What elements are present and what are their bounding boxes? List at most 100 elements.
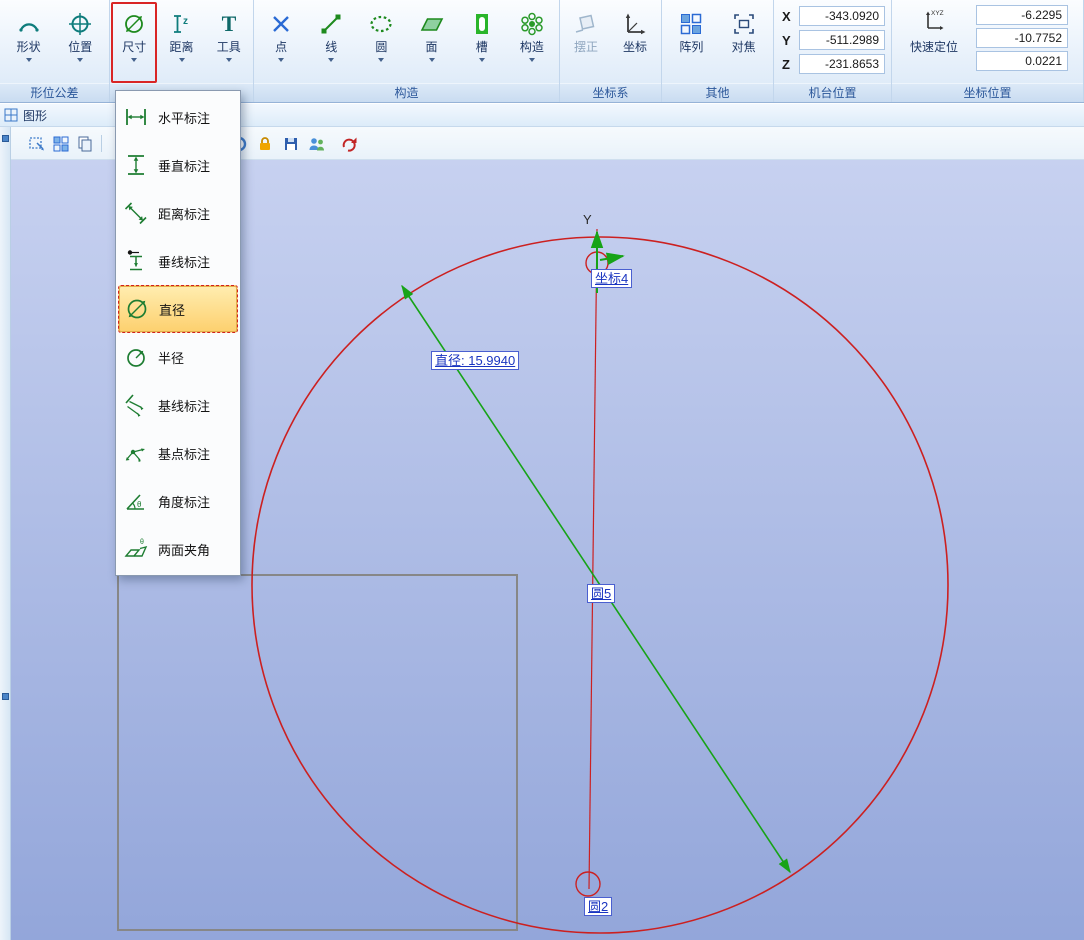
graphics-tab-label[interactable]: 图形 <box>23 107 47 124</box>
group-label-tolerance: 形位公差 <box>0 83 109 102</box>
shape-icon <box>15 7 43 40</box>
plane-button-label: 面 <box>426 40 438 55</box>
panel-handle-icon[interactable] <box>2 693 9 700</box>
ribbon-group-coordinate-position: XYZ 快速定位 -6.2295 -10.7752 0.0221 坐标位置 <box>892 0 1084 102</box>
menu-item-diameter[interactable]: 直径 <box>118 285 238 333</box>
radius-icon <box>121 342 151 372</box>
tools-button[interactable]: T 工具 <box>206 2 252 83</box>
slot-button-label: 槽 <box>476 40 488 55</box>
align-button-label: 摆正 <box>574 40 598 55</box>
ribbon-group-dimension: 尺寸 z 距离 T 工具 <box>110 0 254 102</box>
x-axis-arrow <box>600 256 623 260</box>
chevron-down-icon <box>131 58 137 62</box>
ribbon-group-other: 阵列 对焦 其他 <box>662 0 774 102</box>
position-icon <box>66 7 94 40</box>
menu-item-angle-dim[interactable]: θ 角度标注 <box>118 477 238 525</box>
menu-item-perpendicular-dim[interactable]: 垂线标注 <box>118 237 238 285</box>
chevron-down-icon <box>429 58 435 62</box>
machine-x-value: -343.0920 <box>799 6 885 26</box>
vertical-dim-icon <box>121 150 151 180</box>
select-rect-icon[interactable] <box>27 134 47 154</box>
point-button[interactable]: 点 <box>258 2 304 83</box>
users-icon[interactable] <box>307 134 327 154</box>
axis-z-label: Z <box>782 57 794 72</box>
quick-locate-icon: XYZ <box>921 7 947 38</box>
line-button[interactable]: 线 <box>308 2 354 83</box>
plane-button[interactable]: 面 <box>409 2 455 83</box>
shape-button[interactable]: 形状 <box>6 2 52 83</box>
ribbon: 形状 位置 形位公差 尺寸 <box>0 0 1084 103</box>
diameter-result-label[interactable]: 直径: 15.9940 <box>431 351 519 370</box>
menu-item-label: 直径 <box>159 300 185 319</box>
redo-arrow-icon[interactable] <box>339 134 359 154</box>
menu-item-label: 距离标注 <box>158 204 210 223</box>
distance-button-label: 距离 <box>169 40 193 55</box>
menu-item-label: 基线标注 <box>158 396 210 415</box>
menu-item-label: 垂线标注 <box>158 252 210 271</box>
machine-axis-row: Y -511.2989 <box>782 30 885 50</box>
quick-locate-button[interactable]: XYZ 快速定位 <box>902 4 966 83</box>
coordinate-button-label: 坐标 <box>623 40 647 55</box>
distance-dim-icon <box>121 198 151 228</box>
line-icon <box>317 7 345 40</box>
panel-handle-icon[interactable] <box>2 135 9 142</box>
slot-icon <box>468 7 496 40</box>
svg-text:z: z <box>183 16 188 27</box>
menu-item-baseline-dim[interactable]: 基线标注 <box>118 381 238 429</box>
chevron-down-icon <box>378 58 384 62</box>
coord4-label[interactable]: 坐标4 <box>591 269 632 288</box>
distance-button[interactable]: z 距离 <box>159 2 205 83</box>
align-icon <box>572 7 600 40</box>
construct-button[interactable]: 构造 <box>509 2 555 83</box>
chevron-down-icon <box>278 58 284 62</box>
menu-item-dihedral-angle[interactable]: θ 两面夹角 <box>118 525 238 573</box>
diameter-dimension-line[interactable] <box>402 286 790 872</box>
align-button[interactable]: 摆正 <box>563 2 609 83</box>
circle-button[interactable]: 圆 <box>358 2 404 83</box>
position-button[interactable]: 位置 <box>57 2 103 83</box>
chevron-down-icon <box>179 58 185 62</box>
left-panel-strip[interactable] <box>0 127 11 940</box>
group-label-coordinate-position: 坐标位置 <box>892 83 1083 102</box>
group-label-coordsys: 坐标系 <box>560 83 661 102</box>
measured-circle-2[interactable] <box>576 872 600 896</box>
array-button[interactable]: 阵列 <box>668 2 714 83</box>
menu-item-vertical-dim[interactable]: 垂直标注 <box>118 141 238 189</box>
plane-icon <box>418 7 446 40</box>
dimension-button-label: 尺寸 <box>122 40 146 55</box>
circle2-label[interactable]: 圆2 <box>584 897 612 916</box>
window-grid-icon[interactable] <box>51 134 71 154</box>
slot-button[interactable]: 槽 <box>459 2 505 83</box>
dimension-button[interactable]: 尺寸 <box>111 2 157 83</box>
menu-item-horizontal-dim[interactable]: 水平标注 <box>118 93 238 141</box>
shape-button-label: 形状 <box>17 40 41 55</box>
lock-icon[interactable] <box>255 134 275 154</box>
coordinate-icon <box>621 7 649 40</box>
workpiece-rectangle[interactable] <box>118 575 517 930</box>
baseline-dim-icon <box>121 390 151 420</box>
axis-y-label: Y <box>782 33 794 48</box>
construct-icon <box>518 7 546 40</box>
axis-line[interactable] <box>589 229 597 889</box>
copy-icon[interactable] <box>75 134 95 154</box>
circle-icon <box>367 7 395 40</box>
array-button-label: 阵列 <box>679 40 703 55</box>
menu-item-label: 基点标注 <box>158 444 210 463</box>
save-icon[interactable] <box>281 134 301 154</box>
group-label-other: 其他 <box>662 83 773 102</box>
menu-item-label: 半径 <box>158 348 184 367</box>
coord-z-value: 0.0221 <box>976 51 1068 71</box>
circle5-label[interactable]: 圆5 <box>587 584 615 603</box>
menu-item-radius[interactable]: 半径 <box>118 333 238 381</box>
menu-item-basepoint-dim[interactable]: 基点标注 <box>118 429 238 477</box>
coordinate-button[interactable]: 坐标 <box>612 2 658 83</box>
y-axis-label: Y <box>583 212 592 227</box>
menu-item-label: 角度标注 <box>158 492 210 511</box>
quick-locate-label: 快速定位 <box>910 38 958 55</box>
ribbon-group-tolerance: 形状 位置 形位公差 <box>0 0 110 102</box>
svg-text:T: T <box>221 11 236 36</box>
menu-item-distance-dim[interactable]: 距离标注 <box>118 189 238 237</box>
chevron-down-icon <box>328 58 334 62</box>
dimension-dropdown-menu: 水平标注 垂直标注 距离标注 垂线标注 直径 半径 基线标注 <box>115 90 241 576</box>
focus-button[interactable]: 对焦 <box>721 2 767 83</box>
